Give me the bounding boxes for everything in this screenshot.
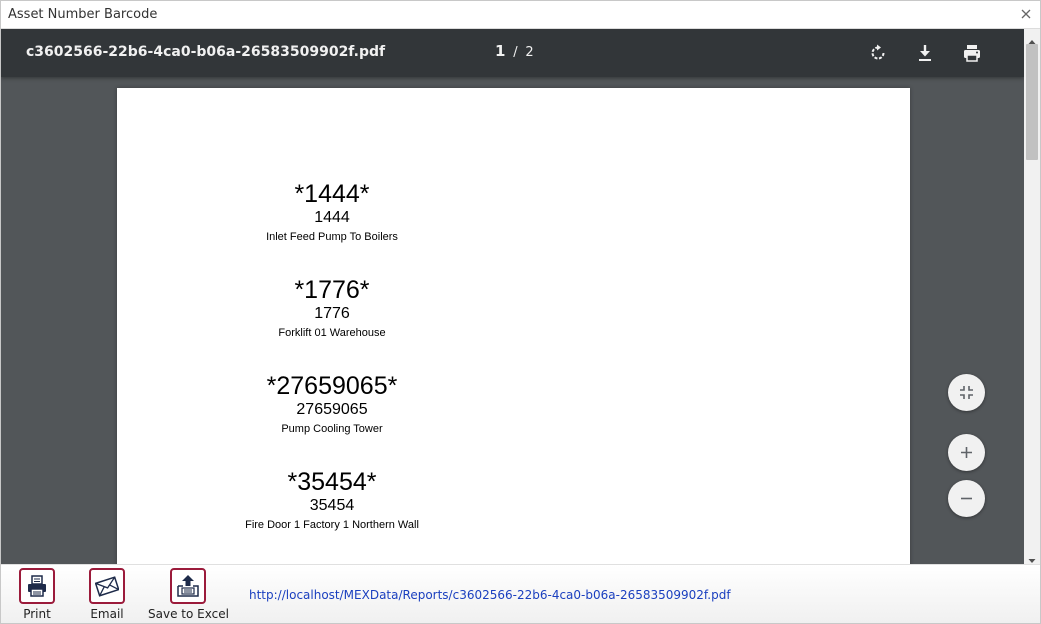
export-tray-icon [170, 568, 206, 604]
asset-number: 1776 [314, 305, 350, 322]
fit-page-button[interactable] [948, 374, 985, 411]
asset-label: *1444* 1444 Inlet Feed Pump To Boilers [217, 180, 447, 246]
asset-number: 1444 [314, 209, 350, 226]
asset-barcode: *35454* [287, 468, 377, 496]
asset-description: Forklift 01 Warehouse [278, 327, 386, 339]
zoom-out-icon [961, 497, 972, 500]
asset-description: Inlet Feed Pump To Boilers [266, 231, 398, 243]
asset-label: *1776* 1776 Forklift 01 Warehouse [217, 276, 447, 342]
page-indicator: 1 / 2 [495, 42, 534, 60]
envelope-icon [89, 568, 125, 604]
print-button[interactable]: Print [17, 568, 57, 621]
asset-number: 35454 [309, 497, 355, 514]
zoom-in-icon [961, 447, 972, 458]
dialog-title: Asset Number Barcode [8, 7, 158, 22]
scroll-thumb[interactable] [1026, 44, 1038, 160]
rotate-icon[interactable] [866, 41, 890, 65]
current-page[interactable]: 1 [495, 42, 505, 60]
report-dialog: Asset Number Barcode c3602566-22b6-4ca0-… [0, 0, 1041, 624]
asset-barcode: *27659065* [266, 372, 398, 400]
total-pages: 2 [525, 45, 534, 60]
asset-label: *35454* 35454 Fire Door 1 Factory 1 Nort… [217, 468, 447, 534]
page-separator: / [513, 45, 518, 60]
save-to-excel-button[interactable]: Save to Excel [148, 568, 229, 621]
pdf-filename: c3602566-22b6-4ca0-b06a-26583509902f.pdf [26, 44, 386, 60]
pdf-toolbar: c3602566-22b6-4ca0-b06a-26583509902f.pdf… [1, 29, 1024, 77]
scroll-up-icon[interactable] [1027, 32, 1037, 44]
print-icon[interactable] [960, 41, 984, 65]
asset-barcode: *1444* [294, 180, 370, 208]
report-url-link[interactable]: http://localhost/MEXData/Reports/c360256… [249, 588, 731, 602]
dialog-footer: Print Email Save to Excel http://localho… [1, 564, 1040, 623]
asset-label: *27659065* 27659065 Pump Cooling Tower [217, 372, 447, 438]
email-label: Email [90, 607, 124, 621]
save-to-excel-label: Save to Excel [148, 607, 229, 621]
email-button[interactable]: Email [87, 568, 127, 621]
pdf-viewer: c3602566-22b6-4ca0-b06a-26583509902f.pdf… [1, 29, 1024, 564]
asset-barcode: *1776* [294, 276, 370, 304]
download-icon[interactable] [913, 41, 937, 65]
fit-page-icon [960, 386, 973, 399]
asset-number: 27659065 [296, 401, 368, 418]
close-icon[interactable] [1020, 8, 1032, 20]
asset-description: Pump Cooling Tower [281, 423, 383, 435]
pdf-page: *1444* 1444 Inlet Feed Pump To Boilers *… [117, 88, 910, 564]
scroll-down-icon[interactable] [1027, 551, 1037, 563]
print-label: Print [23, 607, 51, 621]
asset-description: Fire Door 1 Factory 1 Northern Wall [245, 519, 419, 531]
printer-icon [19, 568, 55, 604]
vertical-scrollbar[interactable] [1024, 29, 1040, 564]
zoom-out-button[interactable] [948, 480, 985, 517]
zoom-in-button[interactable] [948, 434, 985, 471]
title-bar: Asset Number Barcode [1, 1, 1040, 29]
